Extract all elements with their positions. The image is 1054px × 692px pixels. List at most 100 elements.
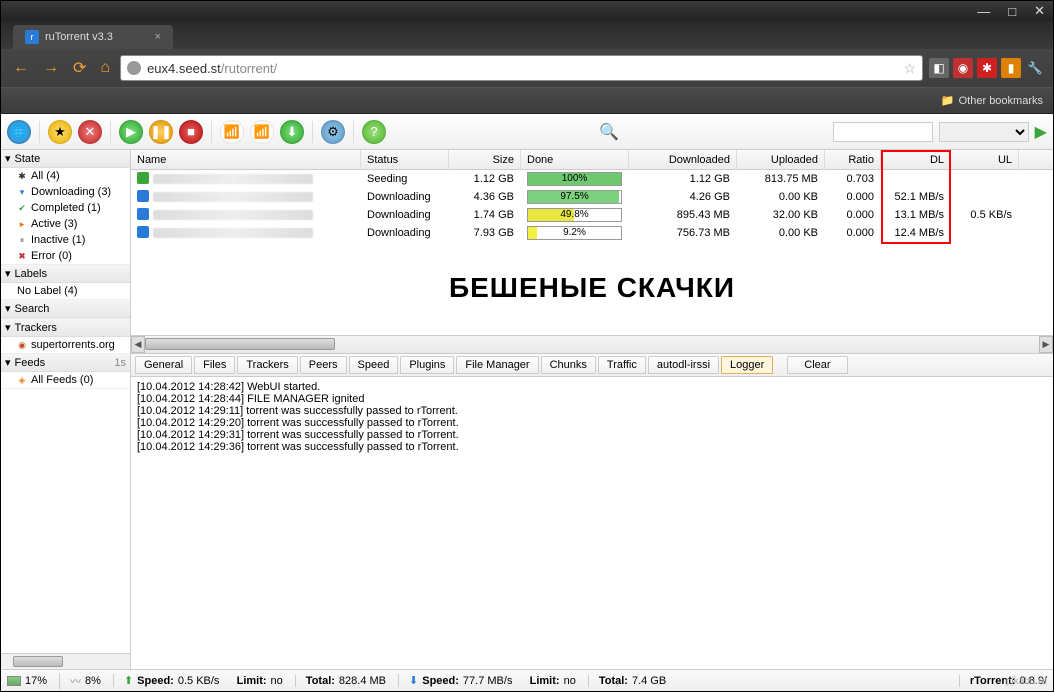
bookmark-star-icon[interactable]: ☆: [903, 60, 916, 77]
nav-back-icon[interactable]: ←: [9, 57, 33, 79]
sidebar-item-state[interactable]: ✱All (4): [1, 168, 130, 184]
sidebar-item-state[interactable]: ⏸ Inactive (1): [1, 232, 130, 248]
log-line: [10.04.2012 14:28:42] WebUI started.: [137, 381, 1047, 393]
table-row[interactable]: Downloading 7.93 GB 9.2% 756.73 MB 0.00 …: [131, 224, 1053, 242]
extension-icon[interactable]: ◉: [953, 58, 973, 78]
grid-header: Name Status Size Done Downloaded Uploade…: [131, 150, 1053, 170]
sidebar-item-state[interactable]: ▸Active (3): [1, 216, 130, 232]
sidebar-item-label: Inactive (1): [31, 234, 85, 246]
extension-icon[interactable]: ✱: [977, 58, 997, 78]
sidebar-state-section: ▾ State ✱All (4)▾Downloading (3)✔Complet…: [1, 150, 130, 265]
log-line: [10.04.2012 14:29:20] torrent was succes…: [137, 417, 1047, 429]
detail-tab[interactable]: Files: [194, 356, 235, 374]
main-split: ▾ State ✱All (4)▾Downloading (3)✔Complet…: [1, 150, 1053, 669]
log-line: [10.04.2012 14:29:11] torrent was succes…: [137, 405, 1047, 417]
nav-home-icon[interactable]: ⌂: [96, 57, 114, 79]
detail-tab[interactable]: File Manager: [456, 356, 538, 374]
sidebar-item-state[interactable]: ▾Downloading (3): [1, 184, 130, 200]
cell-ratio: 0.703: [825, 173, 881, 185]
col-ul[interactable]: UL: [951, 150, 1019, 169]
detail-tab[interactable]: Logger: [721, 356, 773, 374]
col-size[interactable]: Size: [449, 150, 521, 169]
search-input[interactable]: [833, 122, 933, 142]
pause-button[interactable]: ❚❚: [149, 120, 173, 144]
detail-tab[interactable]: Chunks: [541, 356, 596, 374]
search-engine-select[interactable]: [939, 122, 1029, 142]
nav-forward-icon[interactable]: →: [39, 57, 63, 79]
sidebar-feeds-header[interactable]: ▾ Feeds1s: [1, 354, 130, 372]
add-torrent-button[interactable]: 🌐: [7, 120, 31, 144]
favicon: r: [25, 30, 39, 44]
cell-status: Downloading: [361, 209, 449, 221]
cpu-usage: 〰8%: [59, 673, 101, 689]
col-name[interactable]: Name: [131, 150, 361, 169]
nav-reload-icon[interactable]: ⟳: [69, 56, 90, 80]
sidebar-item-state[interactable]: ✔Completed (1): [1, 200, 130, 216]
browser-tab[interactable]: r ruTorrent v3.3 ×: [13, 25, 173, 49]
browser-chrome: r ruTorrent v3.3 × ← → ⟳ ⌂ eux4.seed.st/…: [1, 21, 1053, 114]
torrent-name: [153, 192, 313, 202]
tab-close-icon[interactable]: ×: [155, 31, 161, 43]
sidebar-item-state[interactable]: ✖Error (0): [1, 248, 130, 264]
sidebar-item-label: Completed (1): [31, 202, 101, 214]
cell-size: 1.12 GB: [449, 173, 521, 185]
search-go-button[interactable]: ▶: [1035, 122, 1047, 142]
sidebar-scrollbar[interactable]: [1, 653, 130, 669]
detail-tab[interactable]: Speed: [349, 356, 399, 374]
start-button[interactable]: ▶: [119, 120, 143, 144]
cell-ul: 0.5 KB/s: [951, 209, 1019, 221]
state-icon: ⏸: [17, 235, 27, 245]
detail-tab[interactable]: Trackers: [237, 356, 297, 374]
col-dl[interactable]: DL: [881, 150, 951, 169]
extension-icon[interactable]: ▮: [1001, 58, 1021, 78]
rss-manager-button[interactable]: 📶: [250, 120, 274, 144]
cell-done: 49.8%: [521, 208, 629, 222]
create-torrent-button[interactable]: ★: [48, 120, 72, 144]
wrench-icon[interactable]: 🔧: [1025, 58, 1045, 78]
stop-button[interactable]: ■: [179, 120, 203, 144]
detail-tab[interactable]: Peers: [300, 356, 347, 374]
search-icon[interactable]: 🔍: [599, 122, 619, 142]
sidebar-trackers-header[interactable]: ▾ Trackers: [1, 319, 130, 337]
sidebar-search-header[interactable]: ▾ Search: [1, 300, 130, 318]
minimize-button[interactable]: —: [973, 4, 994, 19]
upload-speed: ⬆Speed: 0.5 KB/s Limit: no: [113, 674, 283, 687]
autodl-button[interactable]: ⬇: [280, 120, 304, 144]
sidebar-item-label: Downloading (3): [31, 186, 111, 198]
cell-uploaded: 813.75 MB: [737, 173, 825, 185]
sidebar-state-header[interactable]: ▾ State: [1, 150, 130, 168]
col-downloaded[interactable]: Downloaded: [629, 150, 737, 169]
col-done[interactable]: Done: [521, 150, 629, 169]
col-uploaded[interactable]: Uploaded: [737, 150, 825, 169]
rss-button[interactable]: 📶: [220, 120, 244, 144]
settings-button[interactable]: ⚙: [321, 120, 345, 144]
detail-tab[interactable]: Plugins: [400, 356, 454, 374]
clear-button[interactable]: Clear: [787, 356, 847, 374]
table-row[interactable]: Seeding 1.12 GB 100% 1.12 GB 813.75 MB 0…: [131, 170, 1053, 188]
folder-icon: 📁: [941, 94, 955, 107]
table-row[interactable]: Downloading 4.36 GB 97.5% 4.26 GB 0.00 K…: [131, 188, 1053, 206]
torrent-status-icon: [137, 226, 149, 238]
detail-tab[interactable]: autodl-irssi: [648, 356, 719, 374]
grid-h-scrollbar[interactable]: ◀▶: [131, 335, 1053, 353]
sidebar-item-nolabel[interactable]: No Label (4): [1, 283, 130, 299]
close-button[interactable]: ✕: [1030, 3, 1049, 19]
table-row[interactable]: Downloading 1.74 GB 49.8% 895.43 MB 32.0…: [131, 206, 1053, 224]
sidebar-item-label: Active (3): [31, 218, 77, 230]
other-bookmarks[interactable]: Other bookmarks: [959, 95, 1043, 107]
torrent-name: [153, 174, 313, 184]
col-ratio[interactable]: Ratio: [825, 150, 881, 169]
detail-tab[interactable]: Traffic: [598, 356, 646, 374]
remove-button[interactable]: ✕: [78, 120, 102, 144]
help-button[interactable]: ?: [362, 120, 386, 144]
extension-icon[interactable]: ◧: [929, 58, 949, 78]
url-bar[interactable]: eux4.seed.st/rutorrent/ ☆: [120, 55, 923, 81]
sidebar-item-tracker[interactable]: ◉supertorrents.org: [1, 337, 130, 353]
sidebar-labels-header[interactable]: ▾ Labels: [1, 265, 130, 283]
tab-title: ruTorrent v3.3: [45, 31, 113, 43]
sidebar-item-feeds[interactable]: ◈All Feeds (0): [1, 372, 130, 388]
col-status[interactable]: Status: [361, 150, 449, 169]
maximize-button[interactable]: □: [1004, 4, 1020, 19]
log-line: [10.04.2012 14:28:44] FILE MANAGER ignit…: [137, 393, 1047, 405]
detail-tab[interactable]: General: [135, 356, 192, 374]
